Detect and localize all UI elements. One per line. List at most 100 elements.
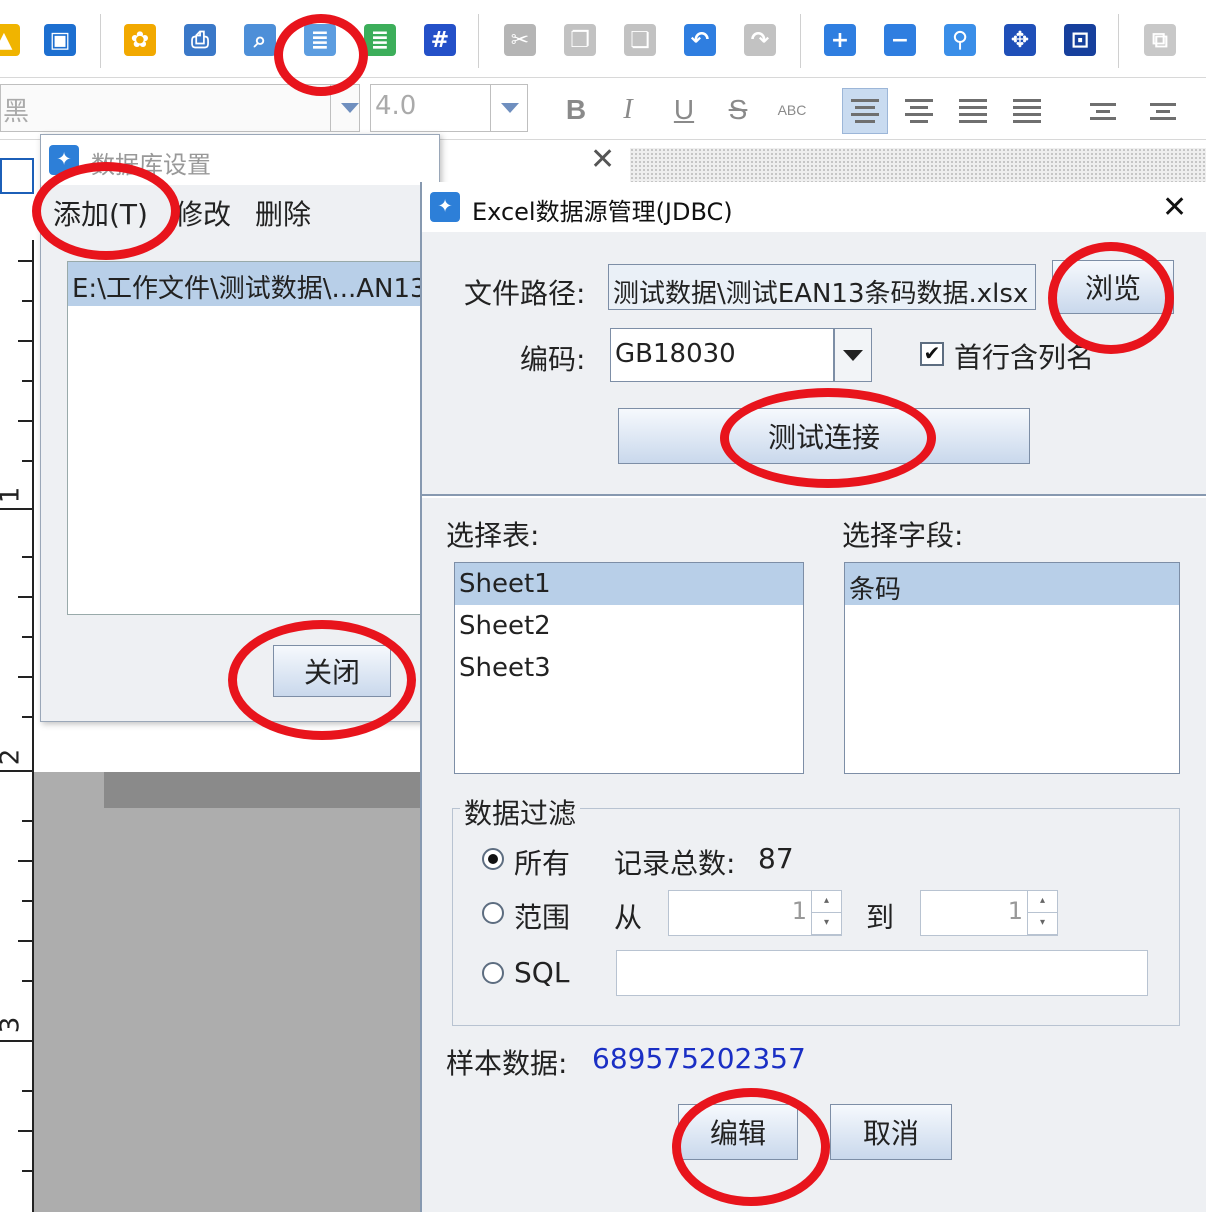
field-list[interactable]: 条码 — [844, 562, 1180, 774]
undo-icon[interactable]: ↶ — [678, 18, 722, 62]
ruler-mark-1: 1 — [0, 487, 25, 504]
settings-icon[interactable]: ✿ — [118, 18, 162, 62]
data-filter-legend: 数据过滤 — [460, 792, 581, 832]
toolbar-separator — [800, 14, 801, 68]
main-toolbar: ▲ ▣ ✿ ⎙ ⌕ ≣ ≣ # ✂ ❐ ❏ ↶ ↷ + − ⚲ ✥ ⊡ ⧉ — [0, 0, 1206, 78]
table-list[interactable]: Sheet1 Sheet2 Sheet3 — [454, 562, 804, 774]
total-value: 87 — [758, 842, 794, 875]
app-logo-icon: ✦ — [49, 145, 79, 175]
encoding-field[interactable]: GB18030 — [610, 328, 834, 382]
path-field[interactable]: 测试数据\测试EAN13条码数据.xlsx — [608, 264, 1036, 310]
bold-button[interactable]: B — [556, 90, 596, 130]
canvas-header-pattern — [630, 148, 1206, 182]
distribute-vertical-icon[interactable] — [1140, 88, 1186, 134]
layer-icon[interactable]: ⧉ — [1138, 18, 1182, 62]
cut-icon[interactable]: ✂ — [498, 18, 542, 62]
zoom-in-icon[interactable]: + — [818, 18, 862, 62]
spin-up-icon[interactable]: ▴ — [1028, 891, 1057, 913]
font-size-dropdown-icon[interactable] — [490, 84, 528, 132]
header-checkbox[interactable]: ✔ — [920, 342, 944, 366]
vertical-ruler: 1 2 3 — [0, 240, 34, 1212]
from-label: 从 — [614, 901, 643, 934]
radio-all[interactable] — [482, 848, 504, 870]
range-to-value: 1 — [1007, 897, 1023, 925]
redo-icon[interactable]: ↷ — [738, 18, 782, 62]
canvas-page-shadow — [104, 772, 434, 808]
browse-button[interactable]: 浏览 — [1052, 260, 1174, 314]
strikethrough-button[interactable]: S — [718, 90, 758, 130]
close-icon[interactable]: ✕ — [1162, 190, 1187, 225]
radio-sql[interactable] — [482, 962, 504, 984]
close-icon[interactable]: ✕ — [590, 142, 615, 177]
database-link-icon[interactable]: ≣ — [358, 18, 402, 62]
align-right-icon[interactable] — [950, 88, 996, 134]
range-to-stepper[interactable]: 1 ▴ ▾ — [920, 890, 1058, 936]
distribute-horizontal-icon[interactable] — [1080, 88, 1126, 134]
cancel-button[interactable]: 取消 — [830, 1104, 952, 1160]
edit-button[interactable]: 编辑 — [678, 1104, 798, 1160]
toolbar-separator — [478, 14, 479, 68]
field-list-item[interactable]: 条码 — [845, 563, 1179, 605]
font-name-value: 黑 — [3, 97, 30, 127]
encoding-label: 编码: — [520, 343, 586, 376]
selection-pane: 选择表: 选择字段: Sheet1 Sheet2 Sheet3 条码 数据过滤 … — [422, 498, 1206, 1212]
sample-label: 样本数据: — [446, 1047, 568, 1080]
toolbar-separator — [1118, 14, 1119, 68]
close-button[interactable]: 关闭 — [273, 645, 391, 697]
font-size-value: 4.0 — [375, 91, 417, 121]
canvas-workspace — [34, 772, 434, 1212]
datasource-list-item[interactable]: E:\工作文件\测试数据\...AN13条码数据.xlsx — [68, 262, 440, 306]
table-list-item[interactable]: Sheet1 — [455, 563, 803, 605]
excel-dialog-titlebar: ✦ Excel数据源管理(JDBC) ✕ — [422, 182, 1206, 232]
copy-icon[interactable]: ❐ — [558, 18, 602, 62]
grid-icon[interactable]: # — [418, 18, 462, 62]
print-icon[interactable]: ⎙ — [178, 18, 222, 62]
select-field-label: 选择字段: — [842, 519, 964, 552]
app-window: ▲ ▣ ✿ ⎙ ⌕ ≣ ≣ # ✂ ❐ ❏ ↶ ↷ + − ⚲ ✥ ⊡ ⧉ 黑 … — [0, 0, 1206, 1212]
underline-button[interactable]: U — [664, 90, 704, 130]
font-name-dropdown-icon[interactable] — [330, 84, 368, 132]
preview-icon[interactable]: ⌕ — [238, 18, 282, 62]
actual-size-icon[interactable]: ⊡ — [1058, 18, 1102, 62]
zoom-icon[interactable]: ⚲ — [938, 18, 982, 62]
align-left-icon[interactable] — [842, 88, 888, 134]
spin-up-icon[interactable]: ▴ — [812, 891, 841, 913]
spin-down-icon[interactable]: ▾ — [1028, 913, 1057, 935]
spin-down-icon[interactable]: ▾ — [812, 913, 841, 935]
italic-button[interactable]: I — [608, 90, 648, 130]
path-label: 文件路径: — [464, 277, 586, 310]
app-logo-icon: ✦ — [430, 192, 460, 222]
excel-dialog-title: Excel数据源管理(JDBC) — [472, 198, 733, 226]
zoom-out-icon[interactable]: − — [878, 18, 922, 62]
ruler-mark-2: 2 — [0, 749, 25, 766]
database-settings-dialog: ✦ 数据库设置 添加(T) 修改 删除 E:\工作文件\测试数据\...AN13… — [40, 134, 441, 722]
paste-icon[interactable]: ❏ — [618, 18, 662, 62]
connection-pane: 文件路径: 测试数据\测试EAN13条码数据.xlsx 浏览 编码: GB180… — [422, 232, 1206, 496]
align-justify-icon[interactable] — [1004, 88, 1050, 134]
select-table-label: 选择表: — [446, 519, 540, 552]
edit-menu[interactable]: 修改 — [175, 193, 231, 233]
superscript-button[interactable]: ABC — [772, 90, 812, 130]
datasource-list[interactable]: E:\工作文件\测试数据\...AN13条码数据.xlsx — [67, 261, 441, 615]
range-from-value: 1 — [791, 897, 807, 925]
align-center-icon[interactable] — [896, 88, 942, 134]
encoding-dropdown-icon[interactable] — [834, 328, 872, 382]
test-connection-button[interactable]: 测试连接 — [618, 408, 1030, 464]
header-checkbox-label: 首行含列名 — [954, 341, 1095, 374]
excel-datasource-dialog: ✦ Excel数据源管理(JDBC) ✕ 文件路径: 测试数据\测试EAN13条… — [420, 182, 1206, 1212]
table-list-item[interactable]: Sheet3 — [455, 647, 803, 689]
sql-input[interactable] — [616, 950, 1148, 996]
open-icon[interactable]: ▲ — [0, 18, 26, 62]
radio-range[interactable] — [482, 902, 504, 924]
database-settings-titlebar: ✦ 数据库设置 — [41, 135, 439, 185]
font-name-combo[interactable]: 黑 — [0, 84, 360, 132]
range-from-stepper[interactable]: 1 ▴ ▾ — [668, 890, 842, 936]
save-icon[interactable]: ▣ — [38, 18, 82, 62]
delete-menu[interactable]: 删除 — [255, 193, 311, 233]
window-icon[interactable] — [0, 158, 34, 194]
table-list-item[interactable]: Sheet2 — [455, 605, 803, 647]
database-icon[interactable]: ≣ — [298, 18, 342, 62]
radio-all-label: 所有 — [514, 847, 571, 880]
add-menu[interactable]: 添加(T) — [53, 193, 148, 233]
fit-icon[interactable]: ✥ — [998, 18, 1042, 62]
